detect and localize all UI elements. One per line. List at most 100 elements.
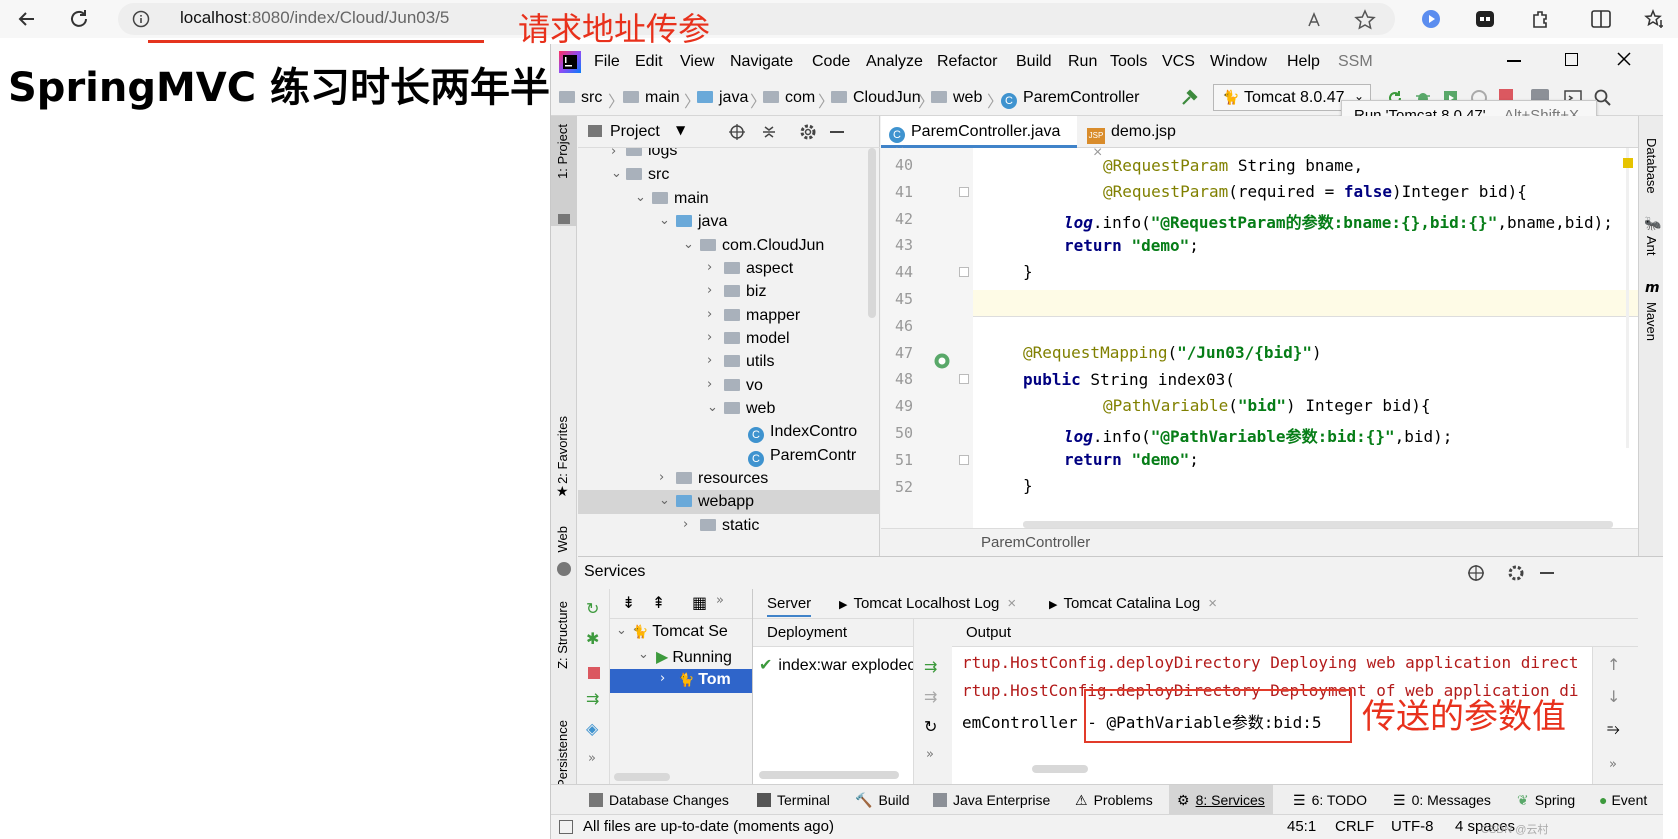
status-encoding[interactable]: UTF-8	[1391, 818, 1434, 835]
menu-window[interactable]: Window	[1210, 53, 1267, 71]
close-tab-icon[interactable]: ×	[1007, 595, 1016, 612]
back-arrow-icon[interactable]	[14, 6, 40, 32]
menu-analyze[interactable]: Analyze	[866, 53, 923, 71]
tree-item-indexcontroller[interactable]: C IndexContro	[748, 423, 857, 443]
tool-web[interactable]: Web	[555, 526, 570, 553]
tool-spring[interactable]: ❦ Spring	[1517, 792, 1575, 809]
refresh-icon[interactable]: ↻	[924, 717, 937, 736]
tree-item-package[interactable]: com.CloudJun	[700, 237, 824, 255]
menu-edit[interactable]: Edit	[635, 53, 663, 71]
menu-code[interactable]: Code	[812, 53, 850, 71]
web-endpoint-icon[interactable]	[933, 352, 951, 370]
code-area[interactable]: @RequestParam String bname, @RequestPara…	[973, 148, 1638, 528]
tree-item-paremcontroller[interactable]: C ParemContr	[748, 447, 856, 467]
tree-item-logs[interactable]: logs	[626, 148, 677, 160]
rerun-icon[interactable]: ↻	[586, 599, 599, 618]
maximize-icon[interactable]	[1565, 53, 1578, 66]
status-line-separator[interactable]: CRLF	[1335, 818, 1374, 835]
hide-icon[interactable]	[1540, 572, 1554, 574]
status-toggle-icon[interactable]	[559, 820, 573, 834]
favorites-icon[interactable]	[1644, 8, 1666, 30]
breadcrumb-web[interactable]: web	[931, 89, 982, 107]
tab-demo-jsp[interactable]: JSP demo.jsp ×	[1079, 116, 1203, 161]
menu-run[interactable]: Run	[1068, 53, 1097, 71]
status-caret-position[interactable]: 45:1	[1287, 818, 1316, 835]
collapse-all-icon[interactable]	[760, 123, 778, 141]
hide-icon[interactable]	[830, 131, 844, 133]
deployment-item[interactable]: ✔ index:war explodec	[759, 655, 915, 675]
tab-catalina-log[interactable]: ▶ Tomcat Catalina Log ×	[1049, 595, 1217, 612]
soft-wrap-icon[interactable]: ⥱	[1607, 719, 1620, 739]
tree-item-utils[interactable]: utils	[724, 353, 774, 371]
tree-item-webapp[interactable]: webapp	[676, 493, 754, 511]
tree-item-web[interactable]: web	[724, 400, 775, 418]
tab-paremcontroller[interactable]: CParemController.java ×	[881, 116, 1077, 160]
tree-item-static[interactable]: static	[700, 517, 759, 535]
menu-help[interactable]: Help	[1287, 53, 1320, 71]
site-info-icon[interactable]	[132, 10, 150, 28]
menu-tools[interactable]: Tools	[1110, 53, 1147, 71]
close-tab-icon[interactable]: ×	[1208, 595, 1217, 612]
chevron-down-icon[interactable]: ▼	[676, 123, 685, 137]
deploy-icon[interactable]: ⇉	[586, 689, 599, 708]
globe-icon[interactable]	[1466, 563, 1486, 583]
breadcrumb-com[interactable]: com	[763, 89, 815, 107]
extensions-puzzle-icon[interactable]	[1530, 8, 1552, 30]
tree-item-vo[interactable]: vo	[724, 377, 763, 395]
more-icon[interactable]: »	[1609, 757, 1617, 772]
more-icon[interactable]: »	[926, 747, 934, 762]
tree-item-java[interactable]: java	[676, 213, 727, 231]
tool-services[interactable]: ⚙ 8: Services	[1177, 792, 1265, 809]
stop-icon[interactable]	[588, 667, 600, 679]
breadcrumb-src[interactable]: src	[559, 89, 602, 107]
class-breadcrumb[interactable]: ParemController	[981, 534, 1090, 551]
reload-icon[interactable]	[66, 6, 92, 32]
tool-ant[interactable]: Ant	[1644, 236, 1659, 256]
horizontal-scrollbar[interactable]	[759, 771, 899, 779]
tool-structure[interactable]: Z: Structure	[555, 601, 570, 669]
favorite-star-icon[interactable]	[1354, 9, 1376, 31]
tool-messages[interactable]: ☰ 0: Messages	[1393, 792, 1491, 809]
menu-refactor[interactable]: Refactor	[937, 53, 997, 71]
vertical-scrollbar[interactable]	[1626, 148, 1629, 448]
down-arrow-icon[interactable]: ↓	[1607, 687, 1620, 706]
address-bar[interactable]: localhost:8080/index/Cloud/Jun03/5	[118, 3, 1395, 35]
tab-server[interactable]: Server	[767, 595, 812, 617]
tab-localhost-log[interactable]: ▶ Tomcat Localhost Log ×	[839, 595, 1016, 612]
horizontal-scrollbar[interactable]	[1023, 521, 1613, 528]
horizontal-scrollbar[interactable]	[1032, 765, 1088, 773]
menu-build[interactable]: Build	[1016, 53, 1052, 71]
services-tomcat-instance[interactable]: 🐈 Tom	[678, 671, 731, 689]
tree-item-main[interactable]: main	[652, 190, 709, 208]
collapse-all-icon[interactable]: ⇞	[652, 593, 665, 612]
fold-marker-icon[interactable]	[959, 186, 969, 197]
project-panel-title[interactable]: Project	[610, 123, 660, 141]
gear-icon[interactable]	[1506, 563, 1526, 583]
tree-item-src[interactable]: src	[626, 166, 669, 184]
read-aloud-icon[interactable]	[1306, 10, 1326, 30]
up-arrow-icon[interactable]: ↑	[1607, 655, 1620, 674]
group-icon[interactable]: ▦	[692, 593, 707, 612]
services-tomcat-server[interactable]: 🐈 Tomcat Se	[632, 623, 728, 641]
scrollbar[interactable]	[868, 148, 876, 318]
breadcrumb-cloudjun[interactable]: CloudJun	[831, 89, 921, 107]
extension-dark-icon[interactable]	[1474, 8, 1496, 30]
tool-java-enterprise[interactable]: Java Enterprise	[933, 792, 1050, 808]
tree-item-resources[interactable]: resources	[676, 470, 768, 488]
tool-terminal[interactable]: Terminal	[757, 792, 830, 808]
tool-project[interactable]: 1: Project	[555, 124, 570, 179]
services-running[interactable]: ▶ Running	[656, 647, 732, 667]
tree-item-model[interactable]: model	[724, 330, 790, 348]
minimize-icon[interactable]	[1507, 60, 1521, 62]
gear-icon[interactable]	[798, 122, 818, 142]
menu-view[interactable]: View	[680, 53, 714, 71]
menu-file[interactable]: File	[594, 53, 620, 71]
tool-event-log[interactable]: ● Event	[1599, 792, 1647, 808]
menu-vcs[interactable]: VCS	[1162, 53, 1195, 71]
tool-database[interactable]: Database	[1644, 138, 1659, 194]
more-icon[interactable]: »	[716, 593, 724, 608]
fold-marker-icon[interactable]	[959, 267, 969, 278]
locate-icon[interactable]	[728, 123, 746, 141]
expand-all-icon[interactable]: ⇟	[622, 593, 635, 612]
tree-item-biz[interactable]: biz	[724, 283, 766, 301]
